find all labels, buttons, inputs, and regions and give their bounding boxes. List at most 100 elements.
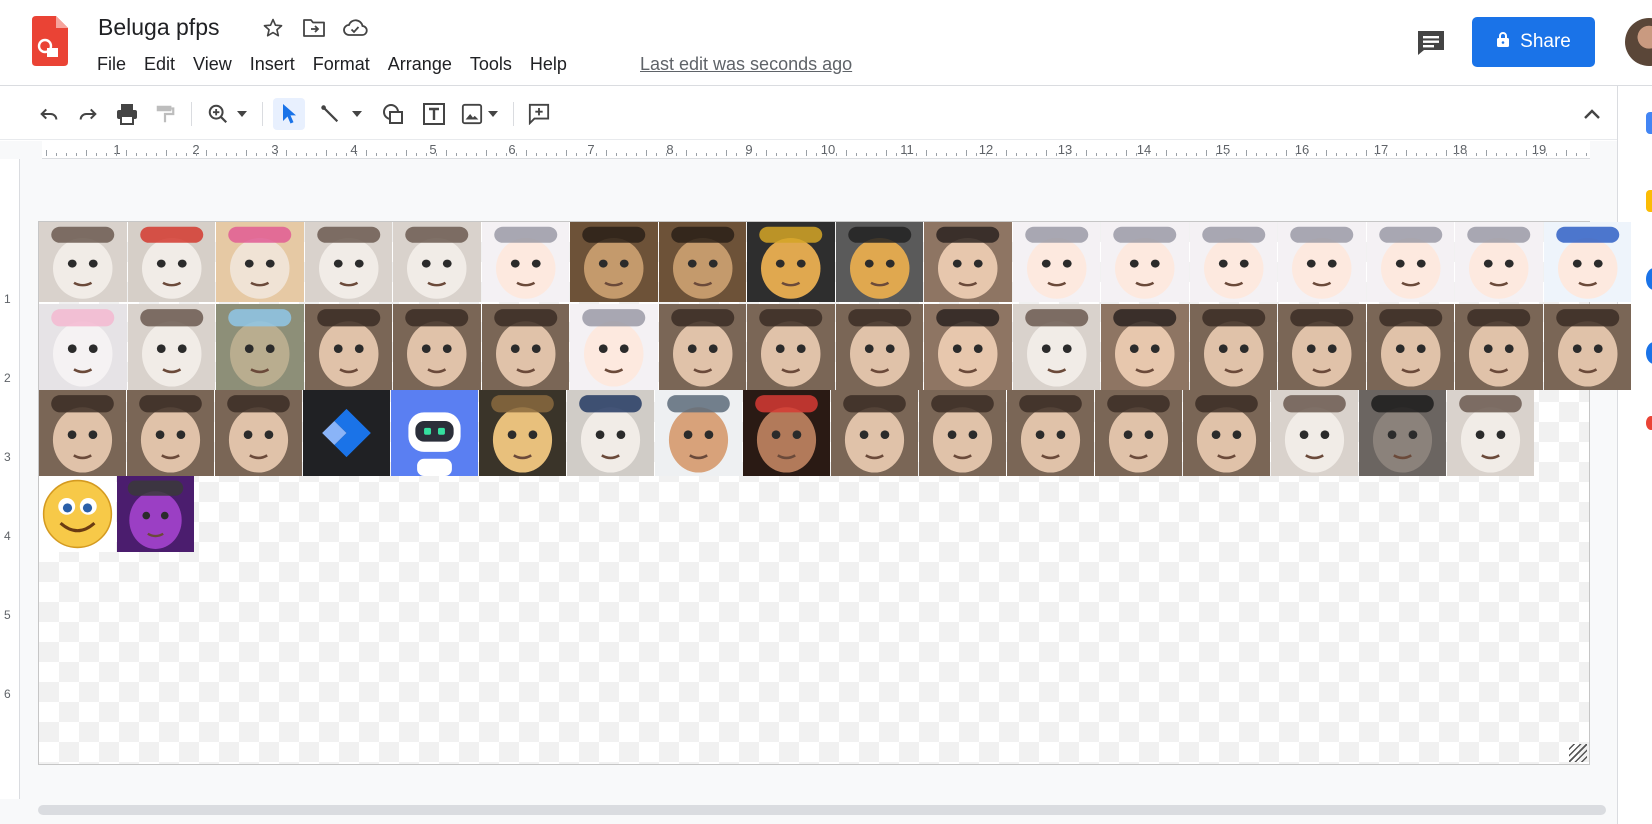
shape-icon[interactable]: [377, 98, 409, 130]
pfp-man-glasses[interactable]: [393, 304, 481, 390]
pfp-anime-girl[interactable]: [481, 222, 569, 302]
image-dropdown-icon[interactable]: [484, 98, 502, 130]
last-edit-link[interactable]: Last edit was seconds ago: [640, 54, 852, 75]
menu-file[interactable]: File: [88, 52, 135, 77]
menu-tools[interactable]: Tools: [461, 52, 521, 77]
slides-logo-icon[interactable]: [32, 16, 68, 66]
maps-icon[interactable]: [1646, 416, 1652, 430]
pfp-caracal[interactable]: [658, 222, 746, 302]
zoom-dropdown-icon[interactable]: [233, 98, 251, 130]
pfp-cat-beanie[interactable]: [1359, 390, 1446, 476]
cloud-saved-icon[interactable]: [341, 14, 369, 42]
horizontal-scrollbar[interactable]: [38, 805, 1606, 815]
print-icon[interactable]: [111, 98, 143, 130]
pfp-man-hoodie[interactable]: [215, 390, 302, 476]
pfp-man-mustache[interactable]: [1455, 304, 1543, 390]
pfp-cat-red-cap[interactable]: [127, 222, 215, 302]
document-title[interactable]: Beluga pfps: [98, 14, 219, 41]
pfp-man[interactable]: [1366, 304, 1454, 390]
pfp-man-hat[interactable]: [481, 304, 569, 390]
pfp-cat[interactable]: [1271, 390, 1358, 476]
pfp-caracal[interactable]: [570, 222, 658, 302]
pfp-anime-girl[interactable]: [1278, 222, 1366, 302]
tasks-icon[interactable]: [1646, 268, 1652, 290]
contacts-icon[interactable]: [1646, 342, 1652, 364]
menu-insert[interactable]: Insert: [241, 52, 304, 77]
select-icon[interactable]: [273, 98, 305, 130]
pfp-woman-sunglasses[interactable]: [924, 222, 1012, 302]
pfp-picture: [493, 226, 557, 299]
pfp-rick-astley[interactable]: [1007, 390, 1094, 476]
pfp-cartoon-prince[interactable]: [479, 390, 566, 476]
pfp-anime-cat-girl[interactable]: [1366, 222, 1454, 302]
pfp-anime-cat-girl[interactable]: [1455, 222, 1543, 302]
pfp-anime-girl[interactable]: [1189, 222, 1277, 302]
horizontal-ruler[interactable]: 1 2 3 4 5 6 7 8 9 10 11 12 13 14 15 16 17 18 19: [42, 141, 1590, 159]
star-icon[interactable]: [259, 14, 287, 42]
line-icon[interactable]: [314, 98, 346, 130]
pfp-man-glasses[interactable]: [1278, 304, 1366, 390]
vertical-ruler[interactable]: 1 2 3 4 5 6: [0, 159, 20, 799]
pfp-cat-mask[interactable]: [216, 304, 304, 390]
text-box-icon[interactable]: [418, 98, 450, 130]
menu-help[interactable]: Help: [521, 52, 576, 77]
pfp-man-glasses[interactable]: [747, 304, 835, 390]
ruler-tick: [1556, 153, 1557, 156]
pfp-anime-cat-girl[interactable]: [570, 304, 658, 390]
pfp-anime-girl[interactable]: [1101, 222, 1189, 302]
pfp-anime-girl[interactable]: [1012, 222, 1100, 302]
pfp-barack-obama[interactable]: [1183, 390, 1270, 476]
comments-icon[interactable]: [1412, 24, 1450, 62]
pfp-man[interactable]: [1543, 304, 1631, 390]
account-avatar[interactable]: [1625, 18, 1652, 66]
pfp-smiley-emoji[interactable]: [39, 476, 116, 552]
pfp-man[interactable]: [127, 390, 214, 476]
pfp-doge-helmet[interactable]: [747, 222, 835, 302]
pfp-man-suit[interactable]: [1189, 304, 1277, 390]
pfp-man-beard[interactable]: [304, 304, 392, 390]
pfp-cat[interactable]: [1447, 390, 1534, 476]
pfp-face[interactable]: [658, 304, 746, 390]
chevron-up-icon[interactable]: [1576, 98, 1608, 130]
move-folder-icon[interactable]: [300, 14, 328, 42]
resize-handle-icon[interactable]: [1569, 744, 1587, 762]
ruler-number: 5: [4, 608, 11, 622]
pfp-cat-glasses[interactable]: [393, 222, 481, 302]
pfp-app-logo-blue[interactable]: [303, 390, 390, 476]
pfp-purple-character[interactable]: [117, 476, 194, 552]
pfp-man[interactable]: [39, 390, 126, 476]
pfp-robot-app-icon[interactable]: [391, 390, 478, 476]
pfp-person-sunglasses[interactable]: [831, 390, 918, 476]
pfp-cat-pink-glasses[interactable]: [216, 222, 304, 302]
pfp-woman-glasses[interactable]: [1101, 304, 1189, 390]
menu-format[interactable]: Format: [304, 52, 379, 77]
menu-view[interactable]: View: [184, 52, 241, 77]
slide-canvas[interactable]: [38, 221, 1631, 765]
pfp-cat[interactable]: [127, 304, 215, 390]
line-dropdown-icon[interactable]: [348, 98, 366, 130]
pfp-doge-hat[interactable]: [835, 222, 923, 302]
pfp-woman[interactable]: [924, 304, 1012, 390]
paint-format-icon[interactable]: [149, 98, 181, 130]
keep-icon[interactable]: [1646, 190, 1652, 212]
menu-edit[interactable]: Edit: [135, 52, 184, 77]
pfp-cat-pink-hat[interactable]: [39, 304, 127, 390]
pfp-cat-pipe[interactable]: [304, 222, 392, 302]
pfp-cat[interactable]: [1012, 304, 1100, 390]
add-comment-icon[interactable]: [523, 98, 555, 130]
pfp-man-bandana[interactable]: [743, 390, 830, 476]
pfp-cat[interactable]: [39, 222, 127, 302]
zoom-icon[interactable]: [202, 98, 234, 130]
redo-icon[interactable]: [72, 98, 104, 130]
pfp-cat-police-hat[interactable]: [567, 390, 654, 476]
pfp-anime-girl-blue[interactable]: [1543, 222, 1631, 302]
pfp-fortnite-character[interactable]: [655, 390, 742, 476]
pfp-elon-musk[interactable]: [1095, 390, 1182, 476]
pfp-man-black-shirt[interactable]: [919, 390, 1006, 476]
menu-arrange[interactable]: Arrange: [379, 52, 461, 77]
pfp-man-bald[interactable]: [835, 304, 923, 390]
share-button[interactable]: Share: [1472, 17, 1595, 67]
ruler-tick: [1146, 153, 1147, 156]
calendar-icon[interactable]: [1646, 112, 1652, 134]
undo-icon[interactable]: [33, 98, 65, 130]
